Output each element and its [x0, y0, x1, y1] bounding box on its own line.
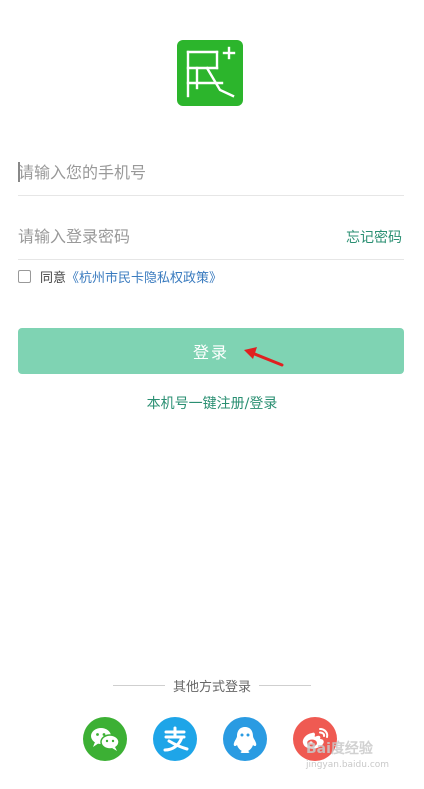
login-button[interactable]: 登录 [18, 328, 404, 374]
alipay-icon [163, 726, 189, 752]
red-arrow-icon [244, 347, 284, 367]
qq-login-button[interactable] [223, 717, 267, 761]
agreement-checkbox[interactable] [18, 269, 31, 283]
divider-line [112, 685, 165, 686]
privacy-policy-link[interactable]: 《杭州市民卡隐私权政策》 [66, 267, 222, 286]
qq-icon [233, 727, 257, 753]
text-cursor [18, 162, 20, 182]
baidu-watermark-url: jingyan.baidu.com [306, 760, 390, 770]
wechat-login-button[interactable] [83, 717, 127, 761]
other-login-title: 其他方式登录 [0, 676, 424, 695]
alipay-login-button[interactable] [153, 717, 197, 761]
wechat-icon [91, 728, 120, 751]
login-button-label: 登录 [192, 343, 229, 362]
agreement-prefix: 同意 [40, 270, 67, 286]
divider-line [259, 685, 311, 686]
other-login-label: 其他方式登录 [172, 680, 251, 695]
phone-input[interactable] [18, 150, 318, 194]
password-input[interactable] [18, 214, 318, 258]
app-logo-icon [177, 40, 243, 106]
forgot-password-link[interactable]: 忘记密码 [346, 227, 402, 247]
baidu-watermark: Bai度经验 [306, 741, 373, 757]
agreement-row: 同意 《杭州市民卡隐私权政策》 [18, 266, 222, 286]
onekey-register-link[interactable]: 本机号一键注册/登录 [0, 393, 424, 413]
password-field[interactable]: 忘记密码 [18, 214, 404, 260]
phone-field[interactable] [18, 150, 404, 196]
